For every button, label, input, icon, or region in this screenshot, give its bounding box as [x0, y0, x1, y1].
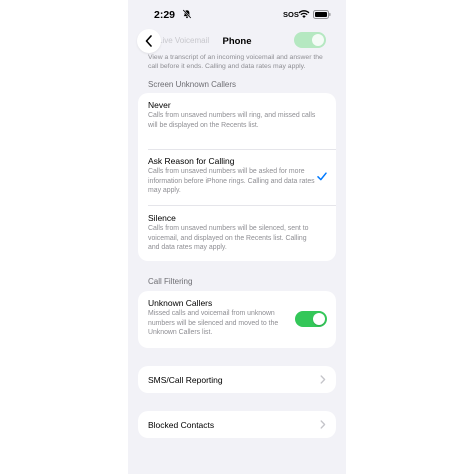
call-filtering-card: Unknown Callers Missed calls and voicema… [138, 291, 336, 348]
divider [148, 205, 336, 206]
live-voicemail-description: View a transcript of an incoming voicema… [148, 54, 323, 70]
status-time: 2:29 [154, 9, 176, 21]
blocked-contacts-label: Blocked Contacts [148, 420, 215, 430]
chevron-right-icon [320, 420, 326, 429]
blocked-contacts-row[interactable]: Blocked Contacts [138, 411, 336, 438]
page-title: Phone [222, 36, 252, 47]
option-description: Calls from unsaved numbers will be silen… [148, 225, 309, 251]
call-filtering-header: Call Filtering [148, 277, 193, 286]
option-title: Never [148, 100, 171, 110]
bell-slash-icon [182, 9, 192, 19]
sms-call-reporting-row[interactable]: SMS/Call Reporting [138, 366, 336, 393]
option-description: Calls from unsaved numbers will be asked… [148, 168, 315, 194]
phone-screen: 2:29 SOS Live Voicemail Phone View a tra… [128, 0, 346, 474]
screen-unknown-callers-header: Screen Unknown Callers [148, 80, 237, 89]
unknown-callers-title: Unknown Callers [148, 298, 213, 308]
battery-icon [313, 10, 331, 19]
toggle-knob [313, 313, 325, 325]
wifi-icon [298, 10, 310, 18]
option-never[interactable]: Never Calls from unsaved numbers will ri… [148, 100, 318, 130]
screen-options-card: Never Calls from unsaved numbers will ri… [138, 93, 336, 261]
chevron-right-icon [320, 375, 326, 384]
sms-call-reporting-label: SMS/Call Reporting [148, 375, 223, 385]
unknown-callers-toggle[interactable] [295, 311, 327, 327]
unknown-callers-description: Missed calls and voicemail from unknown … [148, 310, 279, 336]
option-ask-reason[interactable]: Ask Reason for Calling Calls from unsave… [148, 156, 318, 196]
sos-indicator: SOS [283, 10, 299, 19]
option-title: Silence [148, 213, 176, 223]
option-description: Calls from unsaved numbers will ring, an… [148, 112, 316, 129]
checkmark-icon [317, 172, 327, 181]
option-title: Ask Reason for Calling [148, 156, 235, 166]
option-silence[interactable]: Silence Calls from unsaved numbers will … [148, 213, 318, 253]
unknown-callers-row: Unknown Callers Missed calls and voicema… [148, 298, 298, 338]
divider [148, 149, 336, 150]
